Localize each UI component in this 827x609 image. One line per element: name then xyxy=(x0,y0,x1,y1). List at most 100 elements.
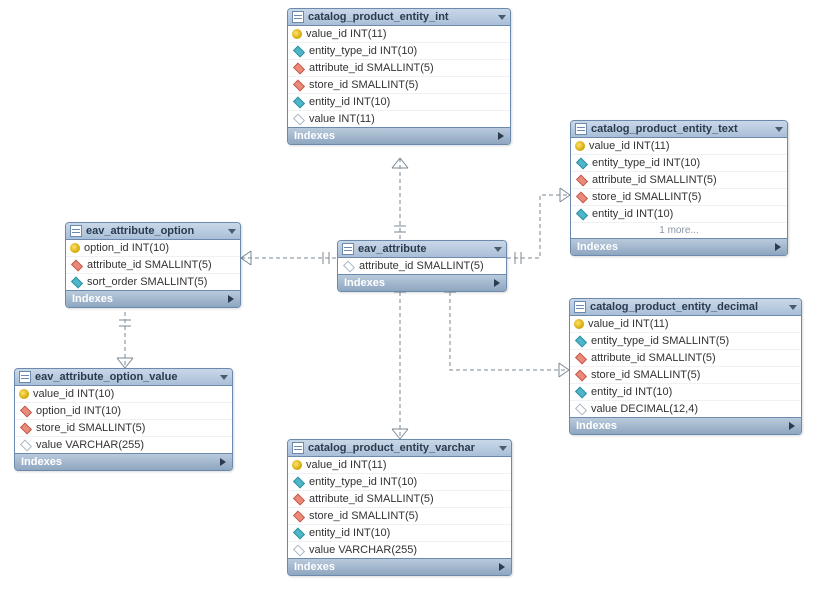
column-type-icon xyxy=(71,259,83,271)
column-row[interactable]: entity_id INT(10) xyxy=(288,93,510,110)
collapse-caret-icon[interactable] xyxy=(775,127,783,132)
table-catalog-product-entity-text[interactable]: catalog_product_entity_text value_id INT(… xyxy=(570,120,788,256)
column-row[interactable]: entity_id INT(10) xyxy=(570,383,801,400)
column-type-icon xyxy=(343,260,355,272)
collapse-caret-icon[interactable] xyxy=(789,305,797,310)
column-row[interactable]: value_id INT(11) xyxy=(570,316,801,332)
column-row[interactable]: entity_id INT(10) xyxy=(288,524,511,541)
column-definition: store_id SMALLINT(5) xyxy=(309,79,418,91)
column-type-icon xyxy=(293,79,305,91)
indexes-label: Indexes xyxy=(577,241,618,253)
table-title: catalog_product_entity_decimal xyxy=(590,301,758,313)
column-row[interactable]: store_id SMALLINT(5) xyxy=(15,419,232,436)
column-definition: attribute_id SMALLINT(5) xyxy=(309,493,434,505)
indexes-label: Indexes xyxy=(294,561,335,573)
table-title: catalog_product_entity_varchar xyxy=(308,442,475,454)
table-eav-attribute[interactable]: eav_attribute attribute_id SMALLINT(5)Ind… xyxy=(337,240,507,292)
collapse-caret-icon[interactable] xyxy=(499,446,507,451)
column-row[interactable]: attribute_id SMALLINT(5) xyxy=(288,59,510,76)
table-icon xyxy=(342,243,354,255)
indexes-section[interactable]: Indexes xyxy=(288,127,510,144)
column-type-icon xyxy=(71,276,83,288)
column-row[interactable]: entity_type_id INT(10) xyxy=(571,154,787,171)
column-type-icon xyxy=(293,96,305,108)
collapse-caret-icon[interactable] xyxy=(220,375,228,380)
table-header[interactable]: catalog_product_entity_int xyxy=(288,9,510,26)
column-definition: sort_order SMALLINT(5) xyxy=(87,276,207,288)
column-definition: value_id INT(11) xyxy=(588,318,669,330)
column-row[interactable]: option_id INT(10) xyxy=(15,402,232,419)
table-header[interactable]: eav_attribute_option_value xyxy=(15,369,232,386)
table-catalog-product-entity-int[interactable]: catalog_product_entity_intvalue_id INT(1… xyxy=(287,8,511,145)
column-row[interactable]: option_id INT(10) xyxy=(66,240,240,256)
expand-arrow-icon xyxy=(499,563,505,571)
column-definition: entity_type_id INT(10) xyxy=(309,45,417,57)
column-type-icon xyxy=(575,403,587,415)
column-row[interactable]: value_id INT(11) xyxy=(571,138,787,154)
column-type-icon xyxy=(293,45,305,57)
table-header[interactable]: eav_attribute xyxy=(338,241,506,258)
table-eav-attribute-option-value[interactable]: eav_attribute_option_valuevalue_id INT(1… xyxy=(14,368,233,471)
indexes-section[interactable]: Indexes xyxy=(571,238,787,255)
column-row[interactable]: store_id SMALLINT(5) xyxy=(570,366,801,383)
table-header[interactable]: catalog_product_entity_text xyxy=(571,121,787,138)
primary-key-icon xyxy=(19,389,29,399)
column-row[interactable]: value_id INT(11) xyxy=(288,26,510,42)
column-list: value_id INT(10) option_id INT(10) store_i… xyxy=(15,386,232,453)
collapse-caret-icon[interactable] xyxy=(494,247,502,252)
column-type-icon xyxy=(293,476,305,488)
table-header[interactable]: catalog_product_entity_varchar xyxy=(288,440,511,457)
column-type-icon xyxy=(575,369,587,381)
column-row[interactable]: store_id SMALLINT(5) xyxy=(288,76,510,93)
indexes-section[interactable]: Indexes xyxy=(570,417,801,434)
column-type-icon xyxy=(575,386,587,398)
table-header[interactable]: catalog_product_entity_decimal xyxy=(570,299,801,316)
column-definition: value_id INT(11) xyxy=(589,140,670,152)
column-row[interactable]: entity_type_id INT(10) xyxy=(288,473,511,490)
column-type-icon xyxy=(20,405,32,417)
column-row[interactable]: value INT(11) xyxy=(288,110,510,127)
column-row[interactable]: attribute_id SMALLINT(5) xyxy=(66,256,240,273)
indexes-section[interactable]: Indexes xyxy=(338,274,506,291)
column-row[interactable]: value DECIMAL(12,4) xyxy=(570,400,801,417)
column-row[interactable]: value_id INT(11) xyxy=(288,457,511,473)
table-header[interactable]: eav_attribute_option xyxy=(66,223,240,240)
indexes-section[interactable]: Indexes xyxy=(15,453,232,470)
column-row[interactable]: entity_type_id SMALLINT(5) xyxy=(570,332,801,349)
column-row[interactable]: value VARCHAR(255) xyxy=(288,541,511,558)
expand-arrow-icon xyxy=(220,458,226,466)
indexes-section[interactable]: Indexes xyxy=(288,558,511,575)
column-definition: store_id SMALLINT(5) xyxy=(309,510,418,522)
column-row[interactable]: store_id SMALLINT(5) xyxy=(571,188,787,205)
column-definition: option_id INT(10) xyxy=(36,405,121,417)
table-title: eav_attribute_option xyxy=(86,225,194,237)
column-row[interactable]: attribute_id SMALLINT(5) xyxy=(338,258,506,274)
column-row[interactable]: sort_order SMALLINT(5) xyxy=(66,273,240,290)
column-type-icon xyxy=(576,174,588,186)
column-type-icon xyxy=(575,335,587,347)
table-catalog-product-entity-decimal[interactable]: catalog_product_entity_decimal value_id I… xyxy=(569,298,802,435)
more-columns-indicator[interactable]: 1 more... xyxy=(571,222,787,238)
column-type-icon xyxy=(575,352,587,364)
column-definition: attribute_id SMALLINT(5) xyxy=(591,352,716,364)
column-row[interactable]: store_id SMALLINT(5) xyxy=(288,507,511,524)
table-title: eav_attribute xyxy=(358,243,426,255)
indexes-section[interactable]: Indexes xyxy=(66,290,240,307)
table-catalog-product-entity-varchar[interactable]: catalog_product_entity_varchar value_id I… xyxy=(287,439,512,576)
column-definition: entity_type_id INT(10) xyxy=(309,476,417,488)
column-row[interactable]: entity_id INT(10) xyxy=(571,205,787,222)
column-row[interactable]: entity_type_id INT(10) xyxy=(288,42,510,59)
column-definition: store_id SMALLINT(5) xyxy=(36,422,145,434)
collapse-caret-icon[interactable] xyxy=(498,15,506,20)
column-row[interactable]: value_id INT(10) xyxy=(15,386,232,402)
column-row[interactable]: value VARCHAR(255) xyxy=(15,436,232,453)
table-icon xyxy=(292,11,304,23)
column-type-icon xyxy=(293,527,305,539)
primary-key-icon xyxy=(70,243,80,253)
column-row[interactable]: attribute_id SMALLINT(5) xyxy=(571,171,787,188)
column-row[interactable]: attribute_id SMALLINT(5) xyxy=(570,349,801,366)
table-eav-attribute-option[interactable]: eav_attribute_option option_id INT(10)att… xyxy=(65,222,241,308)
collapse-caret-icon[interactable] xyxy=(228,229,236,234)
column-row[interactable]: attribute_id SMALLINT(5) xyxy=(288,490,511,507)
column-list: attribute_id SMALLINT(5) xyxy=(338,258,506,274)
